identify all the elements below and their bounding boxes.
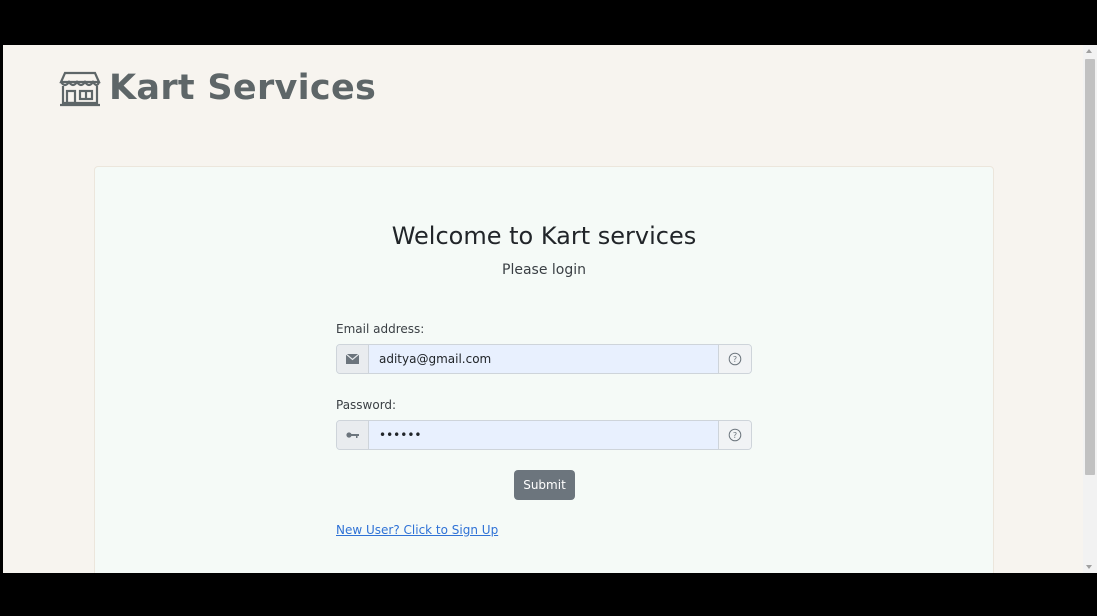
shop-icon <box>59 69 101 107</box>
email-label: Email address: <box>336 322 425 336</box>
page-title: Welcome to Kart services <box>391 222 697 250</box>
brand-header: Kart Services <box>59 63 376 113</box>
scroll-down-icon[interactable] <box>1086 565 1092 569</box>
brand-title[interactable]: Kart Services <box>109 68 376 108</box>
letterbox-bottom <box>0 573 1097 616</box>
password-input-group: ? <box>336 420 752 450</box>
key-icon <box>337 421 369 449</box>
letterbox-top <box>0 0 1097 45</box>
submit-button[interactable]: Submit <box>514 470 575 500</box>
email-input-group: ? <box>336 344 752 374</box>
envelope-icon <box>337 345 369 373</box>
login-card: Welcome to Kart services Please login Em… <box>94 166 994 573</box>
svg-text:?: ? <box>733 355 737 364</box>
help-icon[interactable]: ? <box>718 421 751 449</box>
password-label: Password: <box>336 398 397 412</box>
email-field[interactable] <box>369 345 718 373</box>
vertical-scrollbar[interactable] <box>1083 45 1097 573</box>
page-viewport: Kart Services Welcome to Kart services P… <box>3 45 1083 573</box>
password-field[interactable] <box>369 421 718 449</box>
svg-text:?: ? <box>733 431 737 440</box>
signup-link[interactable]: New User? Click to Sign Up <box>336 523 498 537</box>
scrollbar-thumb[interactable] <box>1085 59 1095 475</box>
page-subtitle: Please login <box>502 262 586 278</box>
scroll-up-icon[interactable] <box>1086 49 1092 53</box>
help-icon[interactable]: ? <box>718 345 751 373</box>
